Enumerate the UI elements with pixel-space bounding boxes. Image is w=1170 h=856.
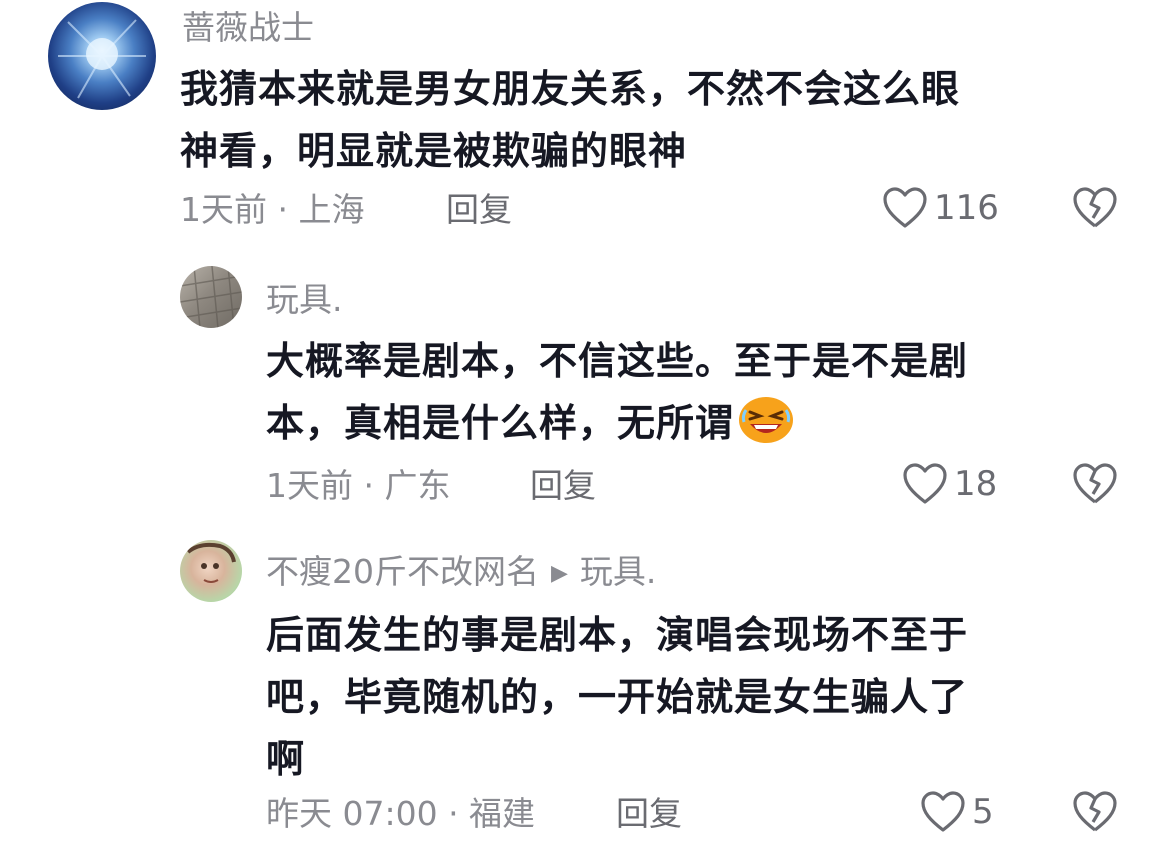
- comment-text-line: 后面发生的事是剧本，演唱会现场不至于: [266, 613, 969, 657]
- like-count: 5: [972, 792, 994, 832]
- comment-text-line: 啊: [266, 737, 306, 781]
- play-triangle-icon: ▶: [551, 561, 568, 586]
- reply-button[interactable]: 回复: [530, 466, 596, 506]
- comment-meta: 昨天 07:00 · 福建: [266, 794, 536, 833]
- like-count: 18: [954, 464, 998, 504]
- like-count: 116: [934, 188, 999, 228]
- dislike-button[interactable]: [1072, 186, 1118, 234]
- laughing-emoji-icon: [738, 396, 794, 462]
- avatar[interactable]: [180, 540, 242, 602]
- comment-author-link[interactable]: 不瘦20斤不改网名: [266, 552, 539, 591]
- comment: 蔷薇战士 我猜本来就是男女朋友关系，不然不会这么眼 神看，明显就是被欺骗的眼神 …: [0, 0, 1170, 250]
- comment: 不瘦20斤不改网名 ▶ 玩具. 后面发生的事是剧本，演唱会现场不至于 吧，毕竟随机的…: [0, 530, 1170, 856]
- heart-outline-icon: [903, 463, 947, 504]
- avatar[interactable]: [48, 2, 156, 110]
- broken-heart-icon: [1073, 187, 1117, 228]
- comment-author: 不瘦20斤不改网名 ▶ 玩具.: [266, 552, 656, 594]
- like-button[interactable]: 116: [882, 186, 999, 230]
- reply-target[interactable]: 玩具.: [580, 552, 657, 591]
- comment-text-line: 神看，明显就是被欺骗的眼神: [180, 129, 688, 173]
- heart-outline-icon: [883, 187, 927, 228]
- dislike-button[interactable]: [1072, 462, 1118, 510]
- comment-text: 大概率是剧本，不信这些。至于是不是剧 本，真相是什么样，无所谓: [266, 330, 968, 462]
- comment: 玩具. 大概率是剧本，不信这些。至于是不是剧 本，真相是什么样，无所谓 1天前 …: [0, 250, 1170, 530]
- reply-button[interactable]: 回复: [616, 794, 682, 834]
- comment-author[interactable]: 蔷薇战士: [182, 8, 314, 48]
- comment-text: 后面发生的事是剧本，演唱会现场不至于 吧，毕竟随机的，一开始就是女生骗人了 啊: [266, 604, 968, 790]
- comment-text-line: 我猜本来就是男女朋友关系，不然不会这么眼: [180, 67, 961, 111]
- heart-outline-icon: [921, 791, 965, 832]
- like-button[interactable]: 18: [902, 462, 997, 506]
- reply-button[interactable]: 回复: [446, 190, 512, 230]
- comment-meta: 1天前 · 广东: [266, 466, 451, 505]
- comment-meta: 1天前 · 上海: [180, 190, 365, 229]
- comment-text-line: 吧，毕竟随机的，一开始就是女生骗人了: [266, 675, 969, 719]
- dislike-button[interactable]: [1072, 790, 1118, 838]
- comment-text: 我猜本来就是男女朋友关系，不然不会这么眼 神看，明显就是被欺骗的眼神: [180, 58, 960, 182]
- comment-author[interactable]: 玩具.: [266, 280, 343, 320]
- broken-heart-icon: [1073, 463, 1117, 504]
- comment-text-line: 本，真相是什么样，无所谓: [266, 392, 968, 462]
- broken-heart-icon: [1073, 791, 1117, 832]
- like-button[interactable]: 5: [920, 790, 994, 834]
- avatar[interactable]: [180, 266, 242, 328]
- comment-text-line: 大概率是剧本，不信这些。至于是不是剧: [266, 339, 969, 383]
